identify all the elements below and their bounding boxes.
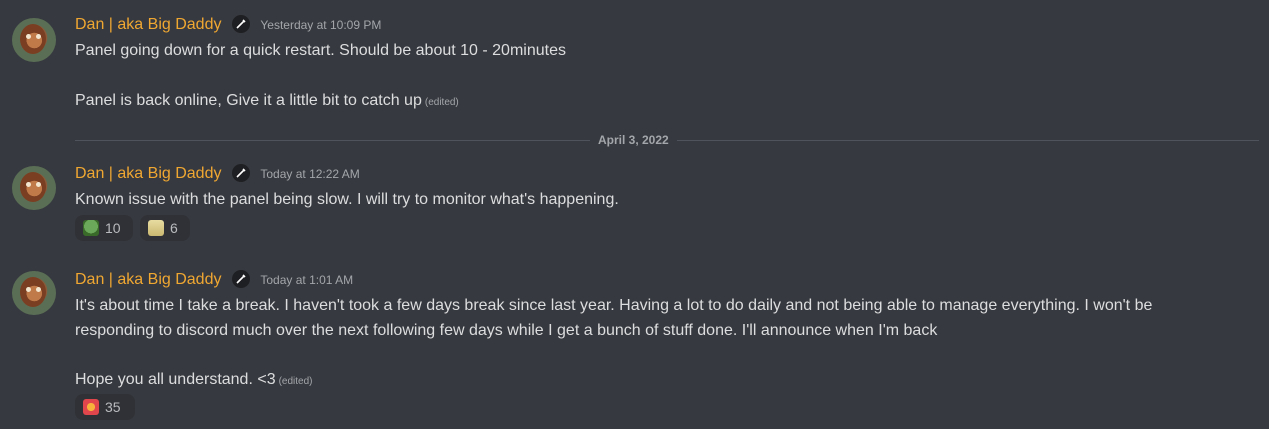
reaction-frog[interactable]: 10 xyxy=(75,215,133,241)
cat-emoji-icon xyxy=(148,220,164,236)
date-divider-label: April 3, 2022 xyxy=(590,133,677,147)
username[interactable]: Dan | aka Big Daddy xyxy=(75,165,221,182)
message-text: It's about time I take a break. I haven'… xyxy=(75,297,1153,314)
reaction-count: 35 xyxy=(105,399,121,415)
edited-label: (edited) xyxy=(424,97,459,108)
message-text: Known issue with the panel being slow. I… xyxy=(75,191,619,208)
reaction-cat[interactable]: 6 xyxy=(140,215,190,241)
reaction-count: 10 xyxy=(105,220,121,236)
avatar[interactable] xyxy=(12,271,56,315)
message-header: Dan | aka Big Daddy Today at 1:01 AM xyxy=(75,270,353,291)
timestamp[interactable]: Yesterday at 10:09 PM xyxy=(260,18,381,32)
frog-emoji-icon xyxy=(83,220,99,236)
reaction-count: 6 xyxy=(170,220,178,236)
edited-label: (edited) xyxy=(278,376,313,387)
pencil-role-icon[interactable] xyxy=(231,164,250,182)
chat-messages: Dan | aka Big Daddy Yesterday at 10:09 P… xyxy=(0,0,1269,429)
heart-emoji-icon xyxy=(83,399,99,415)
timestamp[interactable]: Today at 1:01 AM xyxy=(260,273,353,287)
timestamp[interactable]: Today at 12:22 AM xyxy=(260,167,359,181)
avatar-eye xyxy=(36,34,41,39)
avatar-eye xyxy=(36,287,41,292)
avatar-face xyxy=(20,24,46,54)
pencil-role-icon[interactable] xyxy=(231,270,250,288)
reaction-heart[interactable]: 35 xyxy=(75,394,135,420)
message-text: Hope you all understand. <3 (edited) xyxy=(75,369,313,393)
message-text-content: Panel is back online, Give it a little b… xyxy=(75,92,422,109)
username[interactable]: Dan | aka Big Daddy xyxy=(75,271,221,288)
avatar-eye xyxy=(26,34,31,39)
message-text: responding to discord much over the next… xyxy=(75,322,938,339)
avatar-eye xyxy=(26,182,31,187)
message-header: Dan | aka Big Daddy Yesterday at 10:09 P… xyxy=(75,15,381,36)
message-header: Dan | aka Big Daddy Today at 12:22 AM xyxy=(75,164,360,185)
avatar[interactable] xyxy=(12,18,56,62)
message-text: Panel is back online, Give it a little b… xyxy=(75,90,459,114)
message-text: Panel going down for a quick restart. Sh… xyxy=(75,42,566,59)
username[interactable]: Dan | aka Big Daddy xyxy=(75,16,221,33)
avatar-face xyxy=(20,172,46,202)
avatar-eye xyxy=(36,182,41,187)
pencil-role-icon[interactable] xyxy=(231,15,250,33)
avatar-face xyxy=(20,277,46,307)
message-text-content: Hope you all understand. <3 xyxy=(75,371,276,388)
avatar[interactable] xyxy=(12,166,56,210)
avatar-eye xyxy=(26,287,31,292)
